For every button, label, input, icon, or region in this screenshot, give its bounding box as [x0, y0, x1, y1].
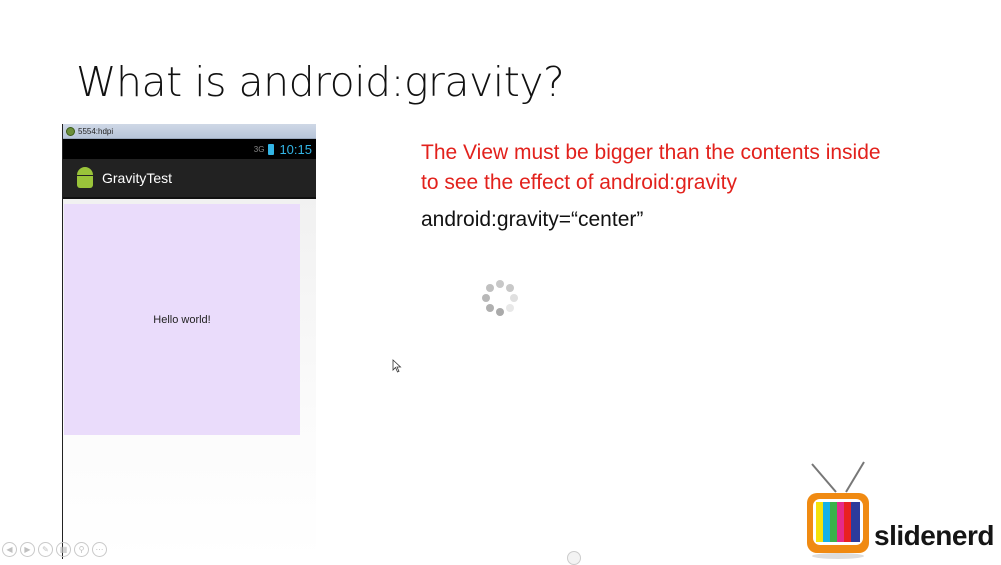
- previous-slide-icon[interactable]: ◀: [2, 542, 17, 557]
- action-bar: GravityTest: [63, 159, 316, 199]
- emulator-titlebar[interactable]: 5554:hdpi: [63, 124, 316, 139]
- status-clock: 10:15: [279, 141, 312, 157]
- gravity-code: android:gravity=“center”: [421, 208, 644, 231]
- status-bar: 3G 10:15: [63, 139, 316, 159]
- hello-text: Hello world!: [153, 313, 211, 326]
- app-content: Hello world!: [63, 199, 316, 560]
- zoom-icon[interactable]: ⚲: [74, 542, 89, 557]
- pen-icon[interactable]: ✎: [38, 542, 53, 557]
- point-line-2: to see the effect of android:gravity: [421, 171, 737, 194]
- brand-name: slidenerd: [874, 520, 994, 551]
- emulator-window-title: 5554:hdpi: [78, 126, 114, 136]
- android-app-icon: [75, 167, 95, 189]
- app-name: GravityTest: [102, 170, 173, 186]
- gravity-view: Hello world!: [64, 204, 300, 435]
- slide-title: What is android:gravity?: [76, 58, 565, 106]
- emulator-window: 5554:hdpi 3G 10:15 GravityTest Hello wor…: [62, 124, 316, 560]
- slideshow-controls: ◀ ▶ ✎ ▦ ⚲ ⋯: [2, 542, 107, 557]
- loading-spinner-icon: [482, 280, 518, 316]
- point-line-1: The View must be bigger than the content…: [421, 141, 881, 164]
- next-slide-icon[interactable]: ▶: [20, 542, 35, 557]
- battery-icon: [268, 143, 275, 155]
- emulator-icon: [66, 126, 75, 136]
- more-options-icon[interactable]: ⋯: [92, 542, 107, 557]
- mouse-cursor-icon: [392, 359, 402, 373]
- signal-icon: 3G: [253, 144, 265, 154]
- slides-grid-icon[interactable]: ▦: [56, 542, 71, 557]
- decorative-circle: [567, 551, 581, 565]
